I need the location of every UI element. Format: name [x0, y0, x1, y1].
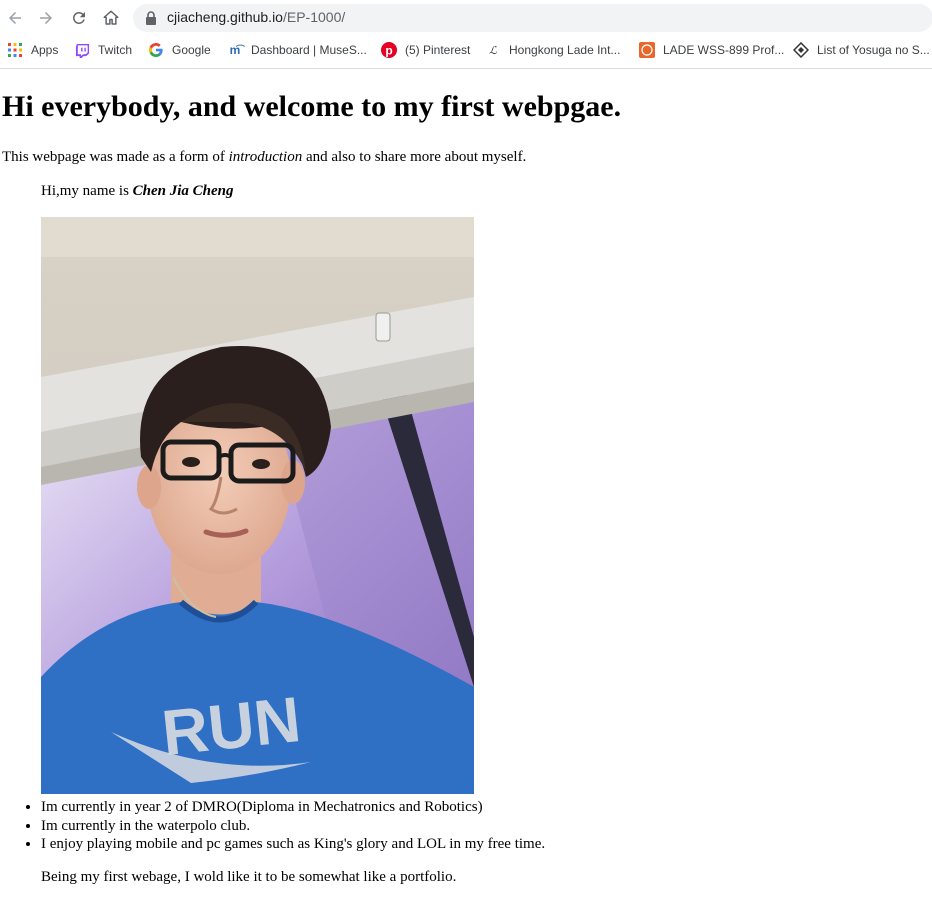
name-prefix: Hi,my name is: [41, 183, 133, 199]
bookmark-google[interactable]: Google: [148, 39, 211, 61]
bookmark-label: Google: [172, 43, 211, 57]
bookmark-label: (5) Pinterest: [405, 43, 471, 57]
browser-toolbar: cjiacheng.github.io/EP-1000/ Apps Twitch: [0, 0, 932, 69]
bookmark-twitch[interactable]: Twitch: [74, 39, 132, 61]
page-title: Hi everybody, and welcome to my first we…: [2, 90, 622, 123]
back-arrow-icon: [9, 12, 21, 24]
musescore-icon: m͡: [229, 43, 241, 57]
url-host: cjiacheng.github.io: [167, 9, 283, 25]
reload-button[interactable]: [68, 7, 90, 29]
pinterest-icon: p: [381, 42, 397, 58]
list-item: Im currently in the waterpolo club.: [41, 817, 545, 836]
lock-icon: [146, 11, 156, 25]
heart-diamond-icon: [793, 42, 809, 58]
bookmark-label: Hongkong Lade Int...: [509, 43, 621, 57]
bookmark-musescore[interactable]: m͡ Dashboard | MuseS...: [227, 39, 367, 61]
bookmark-label: Twitch: [98, 43, 133, 57]
lade-orange-icon: [639, 42, 655, 58]
bookmark-lade-wss-899[interactable]: LADE WSS-899 Prof...: [639, 39, 784, 61]
name-paragraph: Hi,my name is Chen Jia Cheng: [41, 183, 234, 200]
bookmark-label: List of Yosuga no S...: [817, 43, 930, 57]
url-text: cjiacheng.github.io/EP-1000/: [167, 9, 345, 25]
bookmark-yosuga[interactable]: List of Yosuga no S...: [793, 39, 930, 61]
apps-grid-icon: [7, 42, 23, 58]
home-icon: [103, 10, 119, 25]
forward-arrow-icon: [40, 12, 52, 24]
intro-text-end: and also to share more about myself.: [302, 149, 527, 165]
url-path: /EP-1000/: [282, 9, 346, 25]
address-bar[interactable]: cjiacheng.github.io/EP-1000/: [133, 4, 932, 32]
forward-button[interactable]: [35, 7, 57, 29]
svg-text:p: p: [385, 44, 392, 58]
intro-paragraph: This webpage was made as a form of intro…: [2, 149, 526, 166]
intro-emphasis: introduction: [228, 149, 303, 165]
bookmark-label: Dashboard | MuseS...: [251, 43, 367, 57]
bookmark-label: Apps: [31, 43, 59, 57]
selfie-illustration: RUN: [41, 217, 474, 794]
back-button[interactable]: [4, 7, 26, 29]
home-button[interactable]: [100, 7, 122, 29]
intro-text-start: This webpage was made as a form of: [2, 149, 229, 165]
bookmark-apps[interactable]: Apps: [7, 39, 58, 61]
outro-paragraph: Being my first webage, I wold like it to…: [41, 869, 457, 885]
lade-icon: ℒ: [489, 44, 497, 57]
list-item: Im currently in year 2 of DMRO(Diploma i…: [41, 798, 545, 817]
reload-icon: [72, 11, 85, 24]
bookmarks-bar: Apps Twitch Google m͡ Dashboard | MuseS.…: [0, 39, 932, 61]
google-icon: [148, 42, 164, 58]
list-item: I enjoy playing mobile and pc games such…: [41, 835, 545, 854]
twitch-icon: [74, 42, 90, 58]
facts-list: Im currently in year 2 of DMRO(Diploma i…: [0, 798, 545, 854]
bookmark-hongkong-lade[interactable]: ℒ Hongkong Lade Int...: [485, 39, 620, 61]
bookmark-label: LADE WSS-899 Prof...: [663, 43, 785, 57]
profile-photo: RUN: [41, 217, 474, 794]
author-name: Chen Jia Cheng: [132, 183, 234, 199]
bookmark-pinterest[interactable]: p (5) Pinterest: [381, 39, 470, 61]
